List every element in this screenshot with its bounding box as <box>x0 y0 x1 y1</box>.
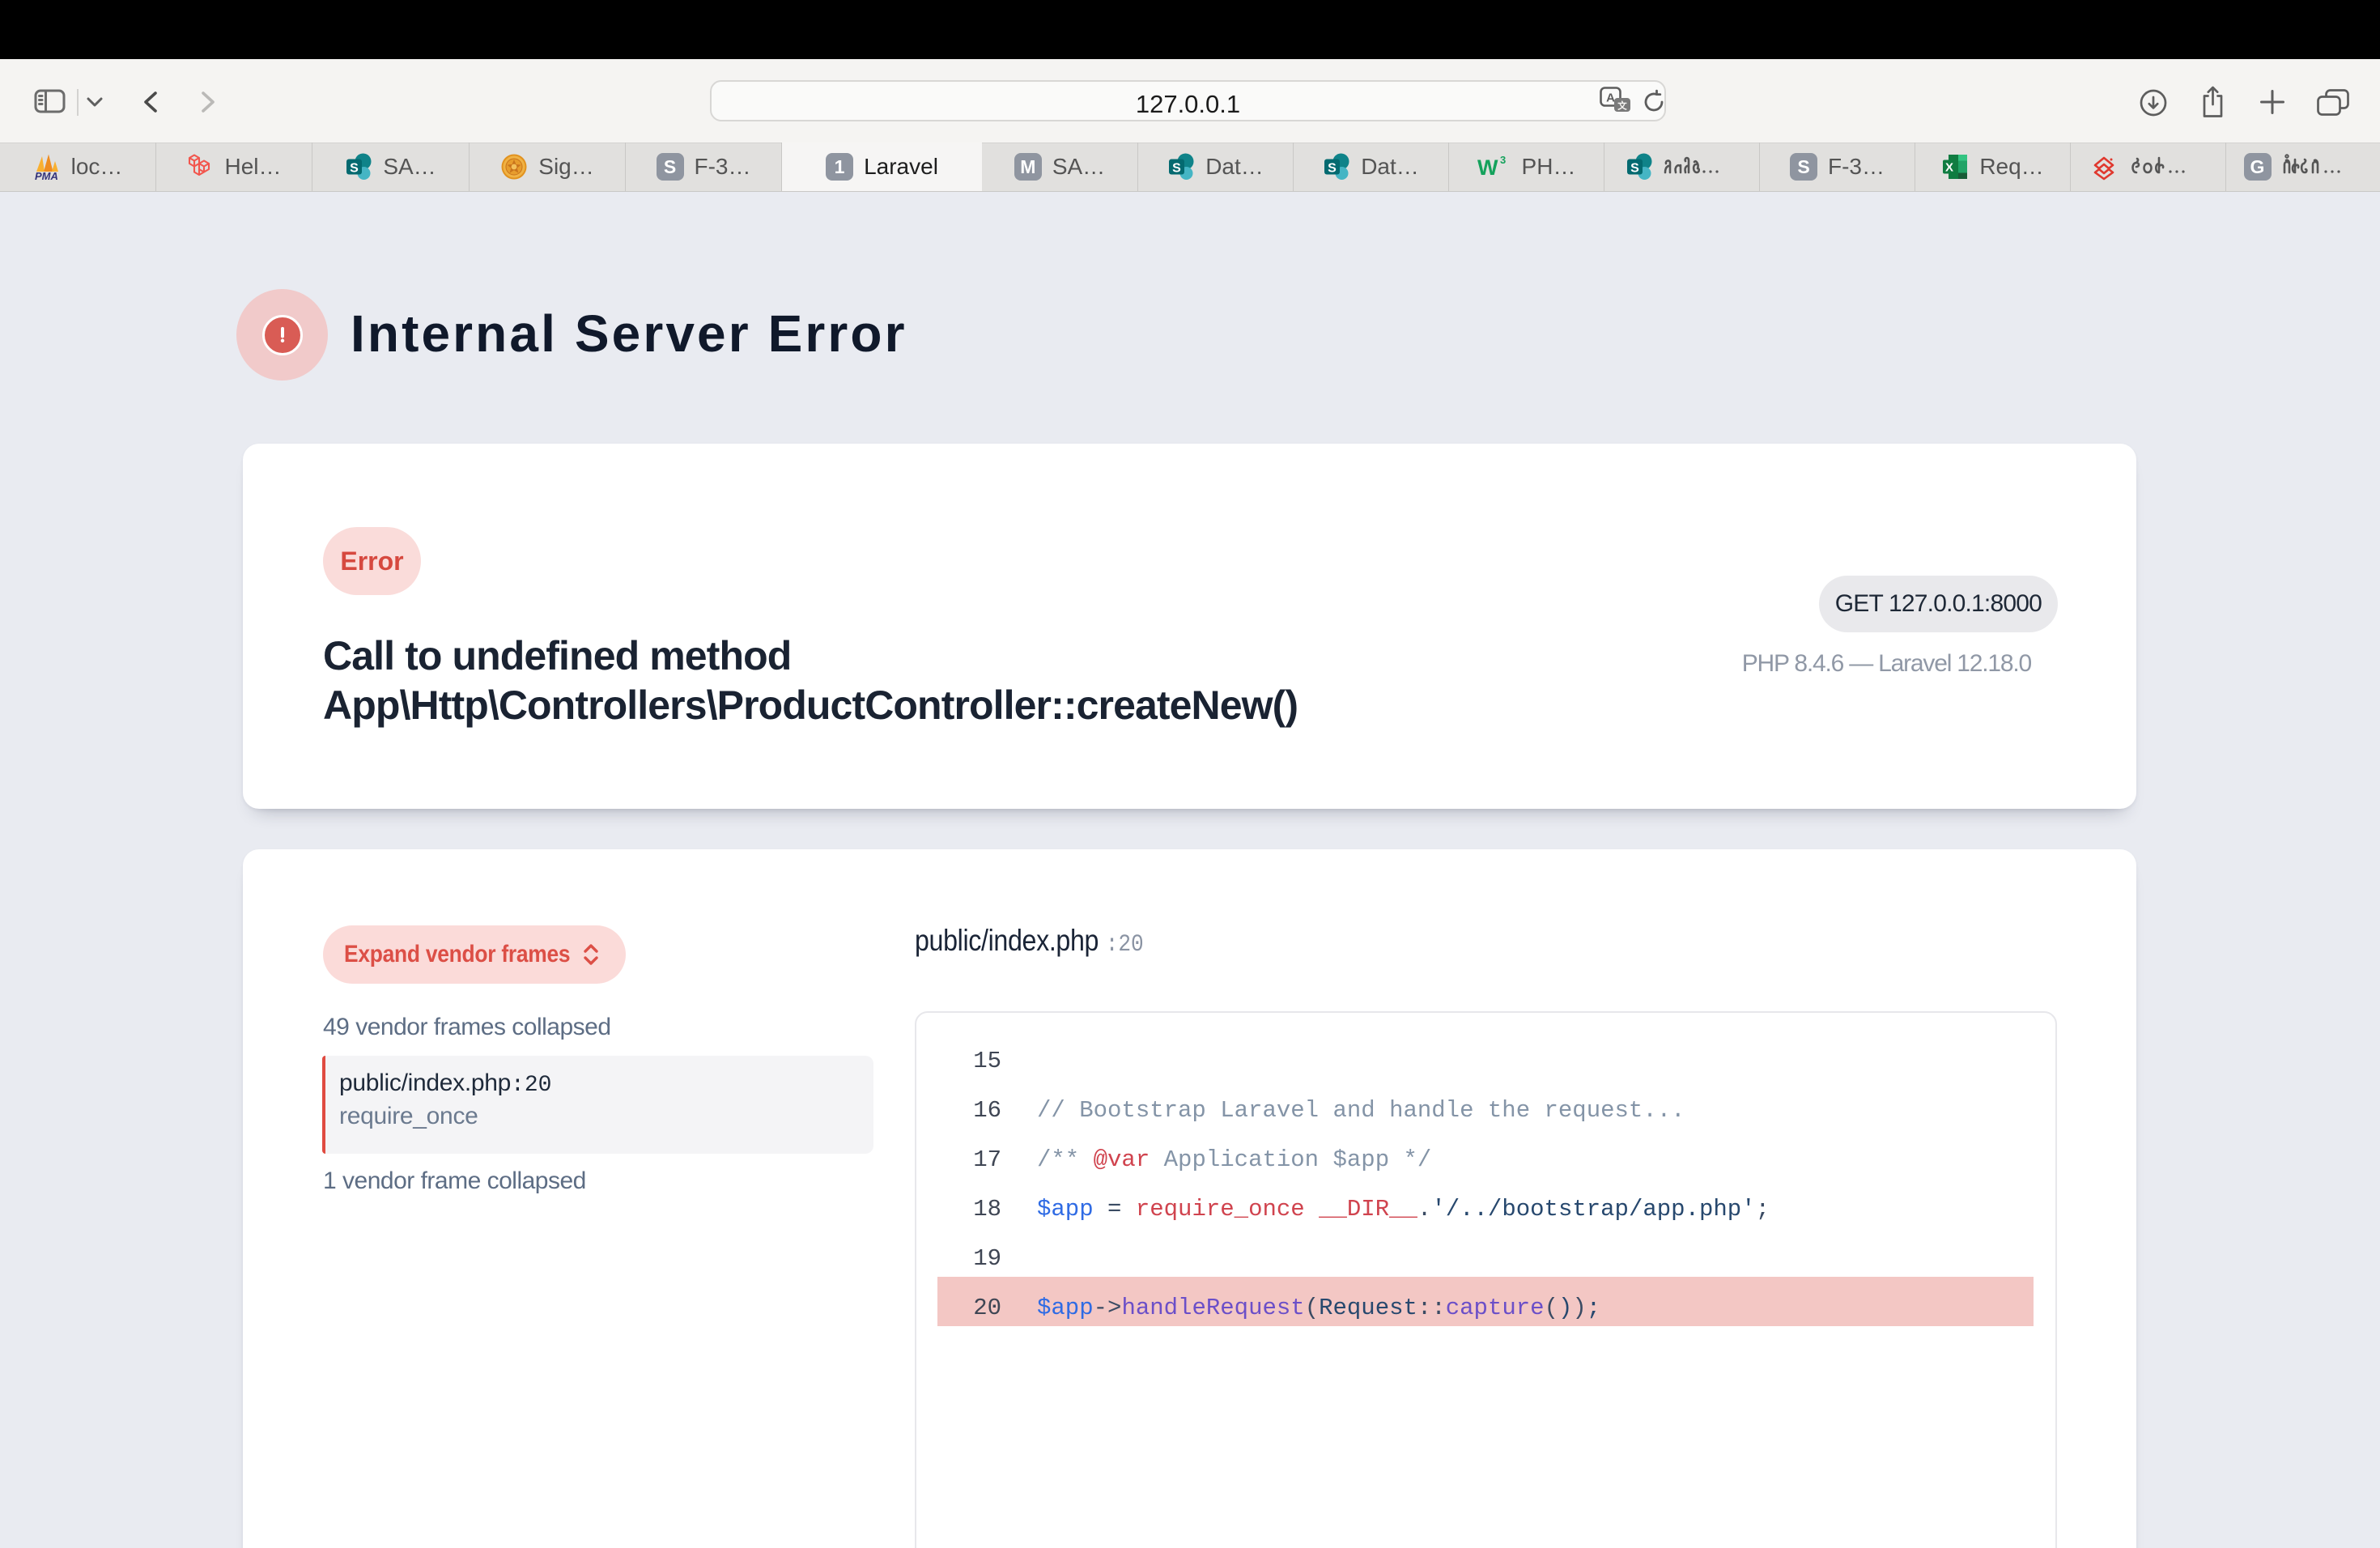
svg-text:X: X <box>1945 161 1953 175</box>
svg-text:S: S <box>1630 162 1639 176</box>
svg-text:S: S <box>1172 162 1181 176</box>
svg-text:文: 文 <box>1617 100 1627 112</box>
svg-text:S: S <box>1328 162 1337 176</box>
svg-text:3: 3 <box>1500 154 1506 166</box>
svg-text:W: W <box>1477 155 1498 180</box>
svg-text:A: A <box>1606 91 1615 105</box>
svg-text:PMA: PMA <box>35 170 58 181</box>
svg-text:S: S <box>350 162 359 176</box>
